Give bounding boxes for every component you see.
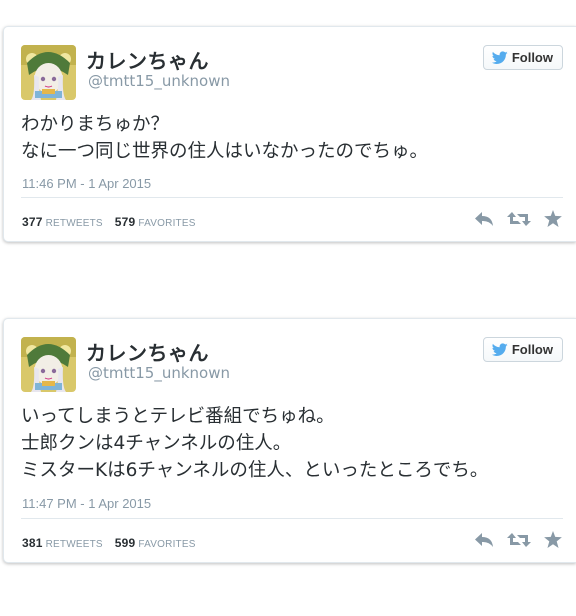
- follow-label: Follow: [511, 50, 553, 65]
- twitter-bird-icon: [491, 50, 508, 64]
- tweet-text-line: なに一つ同じ世界の住人はいなかったのでちゅ。: [21, 141, 429, 162]
- timestamp[interactable]: 11:47 PM - 1 Apr 2015: [22, 496, 151, 511]
- display-name[interactable]: カレンちゃん: [86, 45, 209, 74]
- retweets-label: RETWEETS: [45, 539, 103, 550]
- tweet-text-line: 士郎クンは4チャンネルの住人。: [21, 433, 292, 454]
- tweet-text: いってしまうとテレビ番組でちゅね。 士郎クンは4チャンネルの住人。 ミスターKは…: [21, 403, 488, 484]
- favorite-count[interactable]: 579: [115, 215, 136, 229]
- tweet-text: わかりまちゅか？ なに一つ同じ世界の住人はいなかったのでちゅ。: [21, 111, 428, 165]
- tweet-stats: 381 RETWEETS 599 FAVORITES: [22, 536, 196, 550]
- star-icon[interactable]: [544, 531, 562, 548]
- retweets-label: RETWEETS: [45, 218, 103, 229]
- twitter-bird-icon: [491, 342, 508, 356]
- divider: [21, 518, 563, 519]
- tweet-card: カレンちゃん @tmtt15_unknown Follow いってしまうとテレビ…: [3, 318, 576, 563]
- avatar[interactable]: [21, 337, 76, 392]
- tweet-text-line: ミスターKは6チャンネルの住人、といったところでち。: [21, 460, 489, 481]
- tweet-text-line: いってしまうとテレビ番組でちゅね。: [21, 406, 335, 427]
- avatar[interactable]: [21, 45, 76, 100]
- divider: [21, 197, 563, 198]
- retweet-count[interactable]: 381: [22, 536, 43, 550]
- favorite-count[interactable]: 599: [115, 536, 136, 550]
- follow-button[interactable]: Follow: [482, 337, 563, 362]
- follow-label: Follow: [511, 342, 553, 357]
- retweet-count[interactable]: 377: [22, 215, 43, 229]
- display-name[interactable]: カレンちゃん: [86, 337, 209, 366]
- reply-icon[interactable]: [474, 532, 494, 548]
- retweet-icon[interactable]: [507, 211, 531, 227]
- timestamp[interactable]: 11:46 PM - 1 Apr 2015: [22, 176, 151, 191]
- tweet-actions: [474, 210, 562, 227]
- favorites-label: FAVORITES: [138, 218, 196, 229]
- user-handle[interactable]: @tmtt15_unknown: [88, 72, 230, 90]
- tweet-card: カレンちゃん @tmtt15_unknown Follow わかりまちゅか？ な…: [3, 26, 576, 242]
- star-icon[interactable]: [544, 210, 562, 227]
- tweet-actions: [474, 531, 562, 548]
- tweet-stats: 377 RETWEETS 579 FAVORITES: [22, 215, 196, 229]
- reply-icon[interactable]: [474, 211, 494, 227]
- user-handle[interactable]: @tmtt15_unknown: [88, 364, 230, 382]
- retweet-icon[interactable]: [507, 532, 531, 548]
- follow-button[interactable]: Follow: [482, 45, 563, 70]
- favorites-label: FAVORITES: [138, 539, 196, 550]
- tweet-text-line: わかりまちゅか？: [21, 114, 170, 135]
